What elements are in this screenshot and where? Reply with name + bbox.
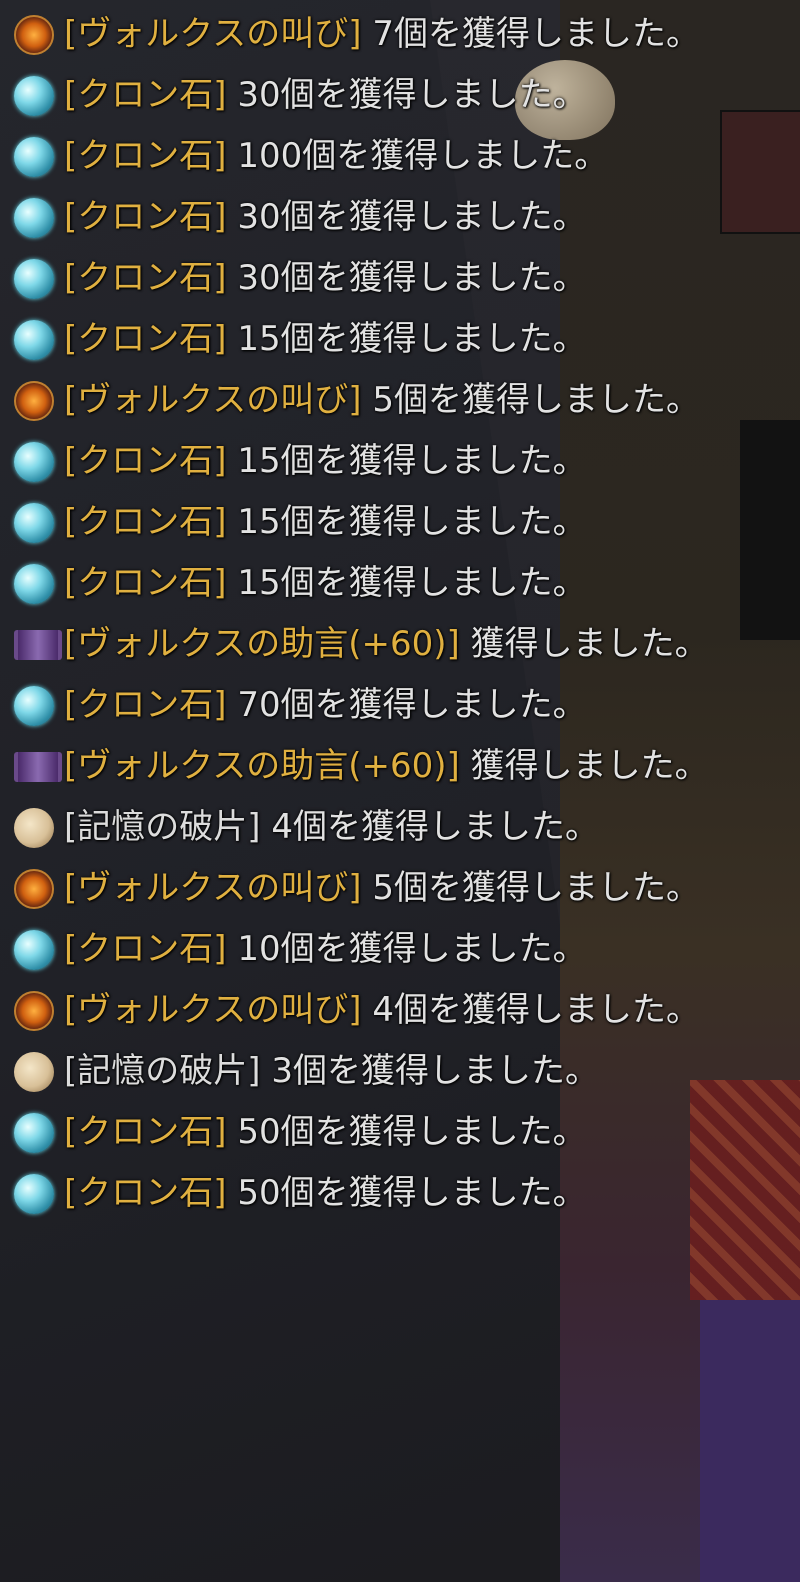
kron-stone-icon[interactable] — [14, 259, 54, 299]
chat-message: [クロン石] 50個を獲得しました。 — [14, 1102, 774, 1163]
item-link[interactable]: [クロン石] — [64, 197, 227, 237]
item-link[interactable]: [記憶の破片] — [64, 807, 261, 847]
message-text: 5個を獲得しました。 — [361, 868, 700, 908]
kron-stone-icon[interactable] — [14, 686, 54, 726]
message-text: 30個を獲得しました。 — [226, 197, 587, 237]
item-link[interactable]: [記憶の破片] — [64, 1051, 261, 1091]
item-link[interactable]: [クロン石] — [64, 319, 227, 359]
chat-message: [クロン石] 15個を獲得しました。 — [14, 553, 774, 614]
chat-message: [ヴォルクスの助言(+60)] 獲得しました。 — [14, 614, 774, 675]
item-link[interactable]: [ヴォルクスの叫び] — [64, 14, 362, 54]
shout-icon[interactable] — [14, 869, 54, 909]
message-text: 獲得しました。 — [459, 746, 709, 786]
item-link[interactable]: [ヴォルクスの叫び] — [64, 868, 362, 908]
chat-message: [ヴォルクスの叫び] 5個を獲得しました。 — [14, 370, 774, 431]
item-link[interactable]: [クロン石] — [64, 685, 227, 725]
item-link[interactable]: [クロン石] — [64, 563, 227, 603]
message-text: 4個を獲得しました。 — [260, 807, 599, 847]
message-text: 50個を獲得しました。 — [226, 1173, 587, 1213]
game-scene: [ヴォルクスの叫び] 7個を獲得しました。 [クロン石] 30個を獲得しました。[… — [0, 0, 800, 1582]
advice-scroll-icon[interactable] — [14, 630, 62, 660]
chat-message: [ヴォルクスの叫び] 7個を獲得しました。 — [14, 4, 774, 65]
message-text: 15個を獲得しました。 — [226, 319, 587, 359]
chat-message: [クロン石] 30個を獲得しました。 — [14, 187, 774, 248]
message-text: 3個を獲得しました。 — [260, 1051, 599, 1091]
chat-message: [クロン石] 15個を獲得しました。 — [14, 492, 774, 553]
kron-stone-icon[interactable] — [14, 198, 54, 238]
item-link[interactable]: [クロン石] — [64, 929, 227, 969]
background-purple-area — [700, 1300, 800, 1582]
chat-message: [記憶の破片] 4個を獲得しました。 — [14, 797, 774, 858]
memory-fragment-icon[interactable] — [14, 1052, 54, 1092]
message-text: 15個を獲得しました。 — [226, 502, 587, 542]
memory-fragment-icon[interactable] — [14, 808, 54, 848]
item-link[interactable]: [クロン石] — [64, 502, 227, 542]
item-link[interactable]: [クロン石] — [64, 1173, 227, 1213]
chat-message: [ヴォルクスの叫び] 4個を獲得しました。 — [14, 980, 774, 1041]
message-text: 獲得しました。 — [459, 624, 709, 664]
chat-message: [クロン石] 15個を獲得しました。 — [14, 431, 774, 492]
shout-icon[interactable] — [14, 15, 54, 55]
advice-scroll-icon[interactable] — [14, 752, 62, 782]
message-text: 7個を獲得しました。 — [361, 14, 700, 54]
kron-stone-icon[interactable] — [14, 1113, 54, 1153]
kron-stone-icon[interactable] — [14, 442, 54, 482]
kron-stone-icon[interactable] — [14, 503, 54, 543]
kron-stone-icon[interactable] — [14, 76, 54, 116]
message-text: 100個を獲得しました。 — [226, 136, 609, 176]
chat-message: [クロン石] 30個を獲得しました。 — [14, 248, 774, 309]
item-link[interactable]: [ヴォルクスの助言(+60)] — [64, 624, 460, 664]
message-text: 50個を獲得しました。 — [226, 1112, 587, 1152]
kron-stone-icon[interactable] — [14, 930, 54, 970]
item-link[interactable]: [ヴォルクスの叫び] — [64, 380, 362, 420]
message-text: 5個を獲得しました。 — [361, 380, 700, 420]
message-text: 15個を獲得しました。 — [226, 563, 587, 603]
item-link[interactable]: [クロン石] — [64, 441, 227, 481]
item-link[interactable]: [クロン石] — [64, 258, 227, 298]
chat-message: [ヴォルクスの叫び] 5個を獲得しました。 — [14, 858, 774, 919]
message-text: 30個を獲得しました。 — [226, 258, 587, 298]
shout-icon[interactable] — [14, 381, 54, 421]
message-text: 30個を獲得しました。 — [226, 75, 587, 115]
message-text: 10個を獲得しました。 — [226, 929, 587, 969]
kron-stone-icon[interactable] — [14, 137, 54, 177]
chat-message: [クロン石] 70個を獲得しました。 — [14, 675, 774, 736]
system-chat-log[interactable]: [ヴォルクスの叫び] 7個を獲得しました。 [クロン石] 30個を獲得しました。[… — [14, 4, 774, 1224]
item-link[interactable]: [ヴォルクスの叫び] — [64, 990, 362, 1030]
message-text: 4個を獲得しました。 — [361, 990, 700, 1030]
item-link[interactable]: [ヴォルクスの助言(+60)] — [64, 746, 460, 786]
kron-stone-icon[interactable] — [14, 320, 54, 360]
chat-message: [クロン石] 100個を獲得しました。 — [14, 126, 774, 187]
chat-message: [クロン石] 50個を獲得しました。 — [14, 1163, 774, 1224]
kron-stone-icon[interactable] — [14, 564, 54, 604]
item-link[interactable]: [クロン石] — [64, 75, 227, 115]
kron-stone-icon[interactable] — [14, 1174, 54, 1214]
chat-message: [クロン石] 30個を獲得しました。 — [14, 65, 774, 126]
chat-message: [記憶の破片] 3個を獲得しました。 — [14, 1041, 774, 1102]
item-link[interactable]: [クロン石] — [64, 1112, 227, 1152]
chat-message: [ヴォルクスの助言(+60)] 獲得しました。 — [14, 736, 774, 797]
shout-icon[interactable] — [14, 991, 54, 1031]
item-link[interactable]: [クロン石] — [64, 136, 227, 176]
message-text: 15個を獲得しました。 — [226, 441, 587, 481]
chat-message: [クロン石] 10個を獲得しました。 — [14, 919, 774, 980]
chat-message: [クロン石] 15個を獲得しました。 — [14, 309, 774, 370]
message-text: 70個を獲得しました。 — [226, 685, 587, 725]
